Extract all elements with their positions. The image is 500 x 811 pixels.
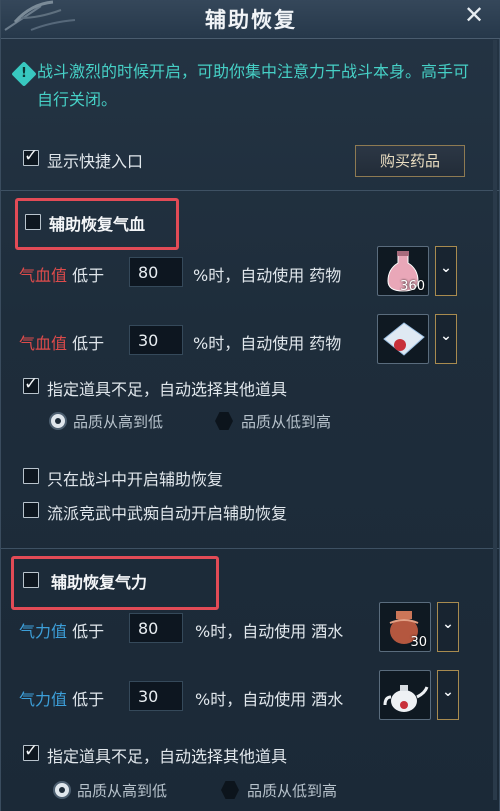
mp-row2-suffix: %时，自动使用 酒水 [195, 690, 344, 709]
pvp-auto-checkbox[interactable] [23, 502, 39, 518]
hp-quality-low-label: 品质从低到高 [241, 413, 332, 431]
mp-auto-select-checkbox[interactable] [23, 741, 39, 761]
recovery-panel: 辅助恢复 ✕ ! 战斗激烈的时候开启，可助你集中注意力于战斗本身。高手可自行关闭… [0, 0, 500, 811]
buy-medicine-button[interactable]: 购买药品 [355, 145, 465, 177]
mp-stat-label: 气力值 [19, 622, 68, 641]
chevron-down-icon: ⌄ [440, 260, 452, 276]
below-label: 低于 [72, 334, 105, 353]
mp-quality-high-radio[interactable] [53, 781, 71, 799]
mp-auto-select-label: 指定道具不足，自动选择其他道具 [47, 747, 288, 766]
mp-threshold-input-2[interactable]: 30 [129, 681, 183, 711]
hp-auto-select-checkbox[interactable] [23, 374, 39, 394]
chevron-down-icon: ⌄ [440, 328, 452, 344]
mp-recovery-checkbox[interactable] [23, 572, 39, 588]
hp-stat-label: 气血值 [19, 266, 68, 285]
teapot-icon [383, 685, 429, 712]
scrollbar[interactable] [493, 40, 497, 800]
mp-item-dropdown-1[interactable]: ⌄ [437, 602, 459, 652]
mp-quality-low-radio[interactable] [221, 781, 239, 799]
hp-stat-label: 气血值 [19, 334, 68, 353]
mp-item-slot-2[interactable] [379, 670, 431, 720]
hp-recovery-checkbox[interactable] [25, 214, 41, 230]
mp-row1-suffix: %时，自动使用 酒水 [195, 622, 344, 641]
mp-threshold-input-1[interactable]: 80 [129, 613, 183, 643]
divider [1, 190, 500, 191]
mp-row1-text: 气力值 低于 [19, 618, 104, 642]
mp-item-slot-1[interactable]: 30 [379, 602, 431, 652]
below-label: 低于 [72, 622, 105, 641]
mp-quality-low-label: 品质从低到高 [247, 782, 338, 800]
pvp-auto-label: 流派竞武中武痴自动开启辅助恢复 [47, 504, 288, 523]
shortcut-checkbox[interactable] [23, 146, 39, 166]
hp-item-qty: 360 [400, 279, 425, 294]
hp-row1-text: 气血值 低于 [19, 262, 104, 286]
info-icon: ! [11, 61, 37, 87]
hp-row2-suffix: %时，自动使用 药物 [193, 334, 342, 353]
mp-stat-label: 气力值 [19, 690, 68, 709]
divider [1, 548, 500, 549]
hp-item-dropdown-1[interactable]: ⌄ [435, 246, 457, 296]
window-title: 辅助恢复 [205, 8, 297, 32]
hp-quality-high-radio[interactable] [49, 412, 67, 430]
hp-item-slot-1[interactable]: 360 [377, 246, 429, 296]
hp-quality-low-radio[interactable] [215, 412, 233, 430]
title-bar: 辅助恢复 ✕ [1, 0, 500, 39]
hp-quality-high-label: 品质从高到低 [73, 413, 164, 431]
hp-section-title: 辅助恢复气血 [49, 215, 146, 234]
below-label: 低于 [72, 690, 105, 709]
hp-row2-text: 气血值 低于 [19, 330, 104, 354]
chevron-down-icon: ⌄ [442, 616, 454, 632]
medicine-pack-icon [383, 322, 425, 356]
info-text: 战斗激烈的时候开启，可助你集中注意力于战斗本身。高手可自行关闭。 [37, 62, 470, 109]
hp-item-dropdown-2[interactable]: ⌄ [435, 314, 457, 364]
hp-item-slot-2[interactable] [377, 314, 429, 364]
below-label: 低于 [72, 266, 105, 285]
hp-threshold-input-2[interactable]: 30 [129, 325, 183, 355]
mp-item-qty: 30 [410, 635, 427, 650]
mp-quality-high-label: 品质从高到低 [77, 782, 168, 800]
chevron-down-icon: ⌄ [442, 684, 454, 700]
shortcut-label: 显示快捷入口 [47, 152, 144, 171]
combat-only-label: 只在战斗中开启辅助恢复 [47, 470, 224, 489]
hp-auto-select-label: 指定道具不足，自动选择其他道具 [47, 380, 288, 399]
hp-row1-suffix: %时，自动使用 药物 [193, 266, 342, 285]
mp-item-dropdown-2[interactable]: ⌄ [437, 670, 459, 720]
combat-only-checkbox[interactable] [23, 468, 39, 484]
hp-threshold-input-1[interactable]: 80 [129, 257, 183, 287]
mp-row2-text: 气力值 低于 [19, 686, 104, 710]
close-icon[interactable]: ✕ [461, 2, 487, 28]
mp-section-title: 辅助恢复气力 [51, 573, 148, 592]
